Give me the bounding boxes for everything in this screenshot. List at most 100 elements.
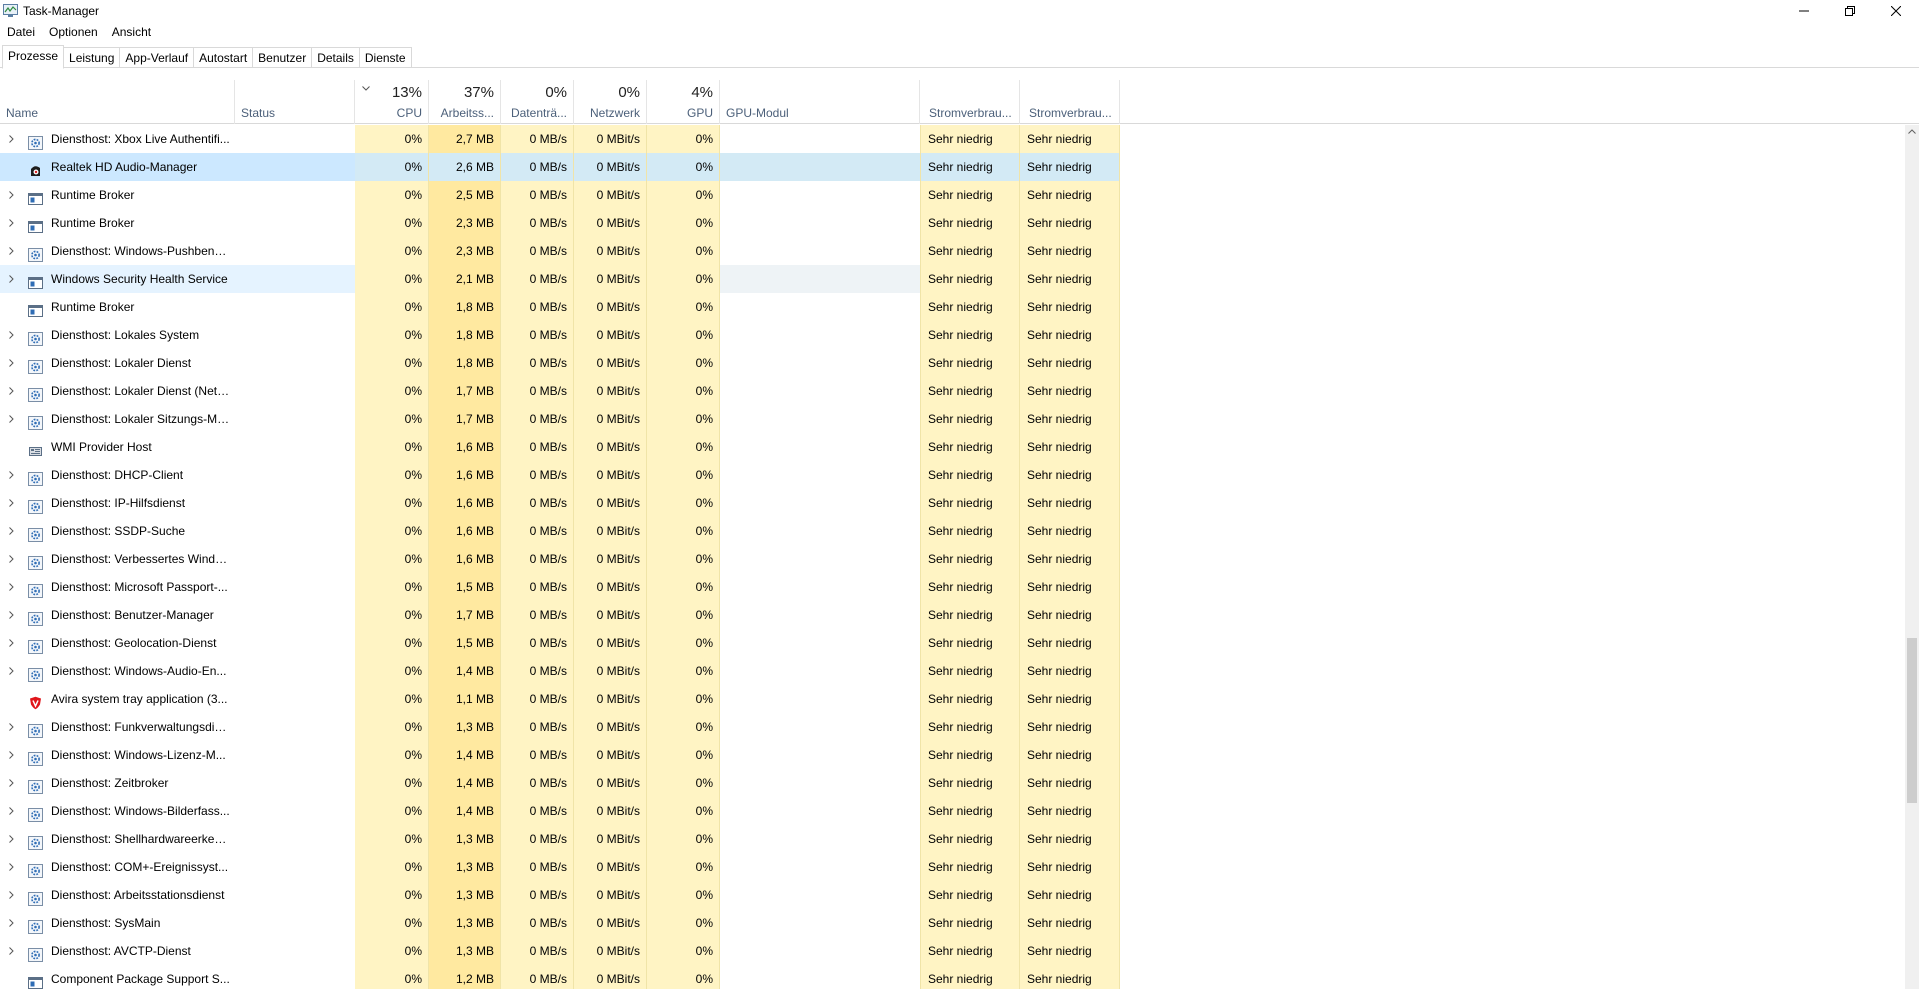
process-row[interactable]: Runtime Broker 0% 2,3 MB 0 MB/s 0 MBit/s… xyxy=(0,209,1120,237)
expand-chevron-icon[interactable] xyxy=(9,135,14,143)
expand-chevron-icon[interactable] xyxy=(9,583,14,591)
expand-chevron-icon[interactable] xyxy=(9,247,14,255)
column-name[interactable]: Name xyxy=(0,80,235,124)
process-row[interactable]: Diensthost: Geolocation-Dienst 0% 1,5 MB… xyxy=(0,629,1120,657)
expand-chevron-icon[interactable] xyxy=(9,527,14,535)
column-power-trend[interactable]: Stromverbrau... xyxy=(1020,80,1120,124)
expand-chevron-icon[interactable] xyxy=(9,751,14,759)
expand-chevron-icon[interactable] xyxy=(9,219,14,227)
process-row[interactable]: Diensthost: COM+-Ereignissyst... 0% 1,3 … xyxy=(0,853,1120,881)
tab-app-verlauf[interactable]: App-Verlauf xyxy=(120,47,195,68)
gpu-engine-value xyxy=(720,601,920,629)
process-row[interactable]: Avira system tray application (3... 0% 1… xyxy=(0,685,1120,713)
process-row[interactable]: Diensthost: Verbessertes Windo... 0% 1,6… xyxy=(0,545,1120,573)
disk-value: 0 MB/s xyxy=(501,741,574,769)
memory-value: 1,3 MB xyxy=(429,937,501,965)
process-row[interactable]: Runtime Broker 0% 2,5 MB 0 MB/s 0 MBit/s… xyxy=(0,181,1120,209)
expand-chevron-icon[interactable] xyxy=(9,835,14,843)
menu-ansicht[interactable]: Ansicht xyxy=(105,22,158,42)
column-cpu[interactable]: 13% CPU xyxy=(355,80,429,124)
expand-chevron-icon[interactable] xyxy=(9,331,14,339)
power-usage-value: Sehr niedrig xyxy=(920,601,1020,629)
expand-chevron-icon[interactable] xyxy=(9,639,14,647)
tab-prozesse[interactable]: Prozesse xyxy=(2,45,65,69)
expand-chevron-icon[interactable] xyxy=(9,863,14,871)
process-row[interactable]: Diensthost: DHCP-Client 0% 1,6 MB 0 MB/s… xyxy=(0,461,1120,489)
process-row[interactable]: Diensthost: SysMain 0% 1,3 MB 0 MB/s 0 M… xyxy=(0,909,1120,937)
gpu-value: 0% xyxy=(647,573,720,601)
expand-chevron-icon[interactable] xyxy=(9,555,14,563)
menu-datei[interactable]: Datei xyxy=(0,22,42,42)
menu-optionen[interactable]: Optionen xyxy=(42,22,105,42)
process-row[interactable]: Diensthost: SSDP-Suche 0% 1,6 MB 0 MB/s … xyxy=(0,517,1120,545)
process-row[interactable]: Diensthost: Windows-Lizenz-M... 0% 1,4 M… xyxy=(0,741,1120,769)
expand-chevron-icon[interactable] xyxy=(9,919,14,927)
expand-chevron-icon[interactable] xyxy=(9,191,14,199)
tab-benutzer[interactable]: Benutzer xyxy=(253,47,313,68)
memory-value: 1,4 MB xyxy=(429,797,501,825)
process-row[interactable]: Diensthost: Windows-Audio-En... 0% 1,4 M… xyxy=(0,657,1120,685)
column-power-usage[interactable]: Stromverbrau... xyxy=(920,80,1020,124)
scrollbar-thumb[interactable] xyxy=(1907,638,1917,803)
column-status[interactable]: Status xyxy=(235,80,355,124)
process-row[interactable]: Diensthost: Benutzer-Manager 0% 1,7 MB 0… xyxy=(0,601,1120,629)
expand-chevron-icon[interactable] xyxy=(9,499,14,507)
power-usage-value: Sehr niedrig xyxy=(920,769,1020,797)
tab-leistung[interactable]: Leistung xyxy=(64,47,121,68)
process-row[interactable]: Diensthost: Windows-Pushbena... 0% 2,3 M… xyxy=(0,237,1120,265)
close-button[interactable] xyxy=(1873,0,1919,22)
column-disk[interactable]: 0% Datenträ... xyxy=(501,80,574,124)
gpu-engine-value xyxy=(720,321,920,349)
process-row[interactable]: Diensthost: Windows-Bilderfass... 0% 1,4… xyxy=(0,797,1120,825)
process-row[interactable]: Diensthost: Lokaler Sitzungs-Ma... 0% 1,… xyxy=(0,405,1120,433)
tab-details[interactable]: Details xyxy=(312,47,360,68)
scroll-up-arrow-icon[interactable] xyxy=(1908,129,1916,134)
expand-chevron-icon[interactable] xyxy=(9,387,14,395)
process-row[interactable]: Diensthost: Arbeitsstationsdienst 0% 1,3… xyxy=(0,881,1120,909)
process-row[interactable]: Diensthost: Lokaler Dienst (Netz... 0% 1… xyxy=(0,377,1120,405)
process-row[interactable]: Diensthost: Lokaler Dienst 0% 1,8 MB 0 M… xyxy=(0,349,1120,377)
column-network[interactable]: 0% Netzwerk xyxy=(574,80,647,124)
process-row[interactable]: Component Package Support S... 0% 1,2 MB… xyxy=(0,965,1120,989)
process-row[interactable]: WMI Provider Host 0% 1,6 MB 0 MB/s 0 MBi… xyxy=(0,433,1120,461)
process-row[interactable]: Diensthost: Funkverwaltungsdie... 0% 1,3… xyxy=(0,713,1120,741)
expand-chevron-icon[interactable] xyxy=(9,275,14,283)
process-row[interactable]: Diensthost: Zeitbroker 0% 1,4 MB 0 MB/s … xyxy=(0,769,1120,797)
expand-chevron-icon[interactable] xyxy=(9,947,14,955)
expand-chevron-icon[interactable] xyxy=(9,667,14,675)
disk-value: 0 MB/s xyxy=(501,937,574,965)
expand-chevron-icon[interactable] xyxy=(9,807,14,815)
memory-value: 2,1 MB xyxy=(429,265,501,293)
expand-chevron-icon[interactable] xyxy=(9,471,14,479)
gpu-engine-value xyxy=(720,153,920,181)
expand-chevron-icon[interactable] xyxy=(9,611,14,619)
column-memory[interactable]: 37% Arbeitss... xyxy=(429,80,501,124)
gear-icon xyxy=(28,244,43,262)
vertical-scrollbar[interactable] xyxy=(1905,125,1919,989)
gpu-engine-value xyxy=(720,377,920,405)
process-row[interactable]: Windows Security Health Service 0% 2,1 M… xyxy=(0,265,1120,293)
process-row[interactable]: Diensthost: Microsoft Passport-... 0% 1,… xyxy=(0,573,1120,601)
process-row[interactable]: Diensthost: AVCTP-Dienst 0% 1,3 MB 0 MB/… xyxy=(0,937,1120,965)
process-name: Realtek HD Audio-Manager xyxy=(51,160,198,174)
gpu-value: 0% xyxy=(647,685,720,713)
tab-dienste[interactable]: Dienste xyxy=(359,47,412,68)
expand-chevron-icon[interactable] xyxy=(9,779,14,787)
process-row[interactable]: Diensthost: IP-Hilfsdienst 0% 1,6 MB 0 M… xyxy=(0,489,1120,517)
expand-chevron-icon[interactable] xyxy=(9,723,14,731)
column-gpu-engine[interactable]: GPU-Modul xyxy=(720,80,920,124)
expand-chevron-icon[interactable] xyxy=(9,415,14,423)
avira-shield-icon xyxy=(28,692,43,710)
process-row[interactable]: Diensthost: Xbox Live Authentifi... 0% 2… xyxy=(0,125,1120,153)
process-row[interactable]: Diensthost: Lokales System 0% 1,8 MB 0 M… xyxy=(0,321,1120,349)
restore-button[interactable] xyxy=(1827,0,1873,22)
process-row[interactable]: Diensthost: Shellhardwareerken... 0% 1,3… xyxy=(0,825,1120,853)
process-row[interactable]: Realtek HD Audio-Manager 0% 2,6 MB 0 MB/… xyxy=(0,153,1120,181)
expand-chevron-icon[interactable] xyxy=(9,359,14,367)
gpu-value: 0% xyxy=(647,937,720,965)
tab-autostart[interactable]: Autostart xyxy=(194,47,254,68)
process-row[interactable]: Runtime Broker 0% 1,8 MB 0 MB/s 0 MBit/s… xyxy=(0,293,1120,321)
minimize-button[interactable] xyxy=(1781,0,1827,22)
column-gpu[interactable]: 4% GPU xyxy=(647,80,720,124)
expand-chevron-icon[interactable] xyxy=(9,891,14,899)
